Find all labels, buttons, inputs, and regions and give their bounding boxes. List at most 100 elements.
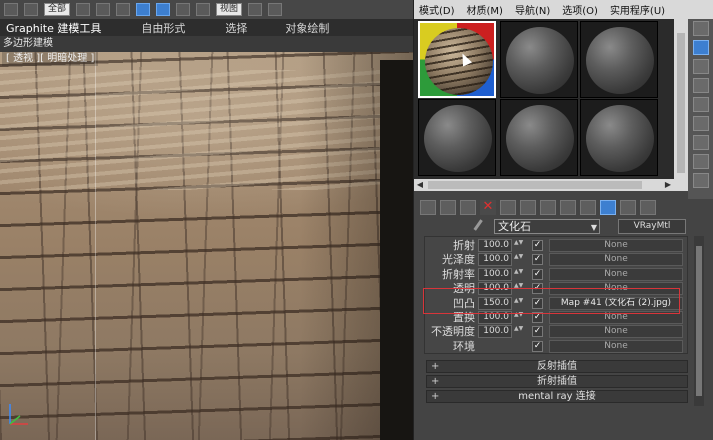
select-move-icon[interactable] (156, 3, 171, 16)
material-name-value: 文化石 (498, 220, 531, 233)
map-slot-button[interactable]: None (549, 325, 683, 339)
material-editor: 模式(D) 材质(M) 导航(N) 选项(O) 实用程序(U) ◀ ▶ ✕ 文化… (413, 0, 713, 440)
spinner-arrows-icon[interactable]: ▲▼ (514, 326, 523, 337)
menu-mode[interactable]: 模式(D) (419, 2, 455, 17)
tab-object-paint[interactable]: 对象绘制 (285, 20, 329, 36)
scrollbar-thumb[interactable] (677, 33, 685, 173)
scrollbar-thumb[interactable] (696, 246, 702, 396)
background-icon[interactable] (693, 59, 709, 74)
select-by-material-icon[interactable] (693, 154, 709, 169)
map-label: 不透明度 (431, 325, 475, 339)
axis-gizmo-icon (9, 404, 28, 425)
ribbon-tabs: Graphite 建模工具 自由形式 选择 对象绘制 (0, 19, 420, 36)
map-enable-checkbox[interactable]: ✓ (532, 326, 543, 338)
select-manipulate-icon[interactable] (268, 3, 283, 16)
map-label: 折射率 (442, 267, 475, 281)
put-to-library-icon[interactable] (540, 199, 556, 215)
viewport-label[interactable]: [ 透视 ][ 明暗处理 ] (2, 52, 99, 66)
menu-material[interactable]: 材质(M) (467, 2, 503, 17)
eyedropper-icon[interactable] (473, 219, 489, 235)
spinner-arrows-icon[interactable]: ▲▼ (514, 240, 523, 251)
reset-map-icon[interactable]: ✕ (480, 199, 496, 215)
material-preview-sphere (506, 105, 574, 172)
material-preview-sphere (424, 105, 492, 172)
sample-slot-3[interactable] (580, 21, 658, 98)
slots-vertical-scrollbar[interactable] (674, 19, 688, 191)
map-amount-spinner[interactable]: 100.0 (478, 239, 512, 252)
go-forward-to-sibling-icon[interactable] (640, 199, 656, 215)
spinner-arrows-icon[interactable]: ▲▼ (514, 268, 523, 280)
tab-graphite[interactable]: Graphite 建模工具 (6, 20, 101, 36)
rollout-refract-interpolation[interactable]: + 折射插值 (426, 375, 688, 388)
slots-horizontal-scrollbar[interactable]: ◀ ▶ (414, 179, 674, 191)
sample-slot-4[interactable] (418, 99, 496, 176)
select-by-name-icon[interactable] (96, 3, 111, 16)
uv-tiling-icon[interactable] (693, 78, 709, 93)
rollout-reflect-interpolation[interactable]: + 反射插值 (426, 360, 688, 373)
chevron-down-icon[interactable]: ▼ (591, 221, 597, 234)
scroll-left-icon[interactable]: ◀ (414, 179, 426, 191)
select-object-icon[interactable] (76, 3, 91, 16)
map-enable-checkbox[interactable]: ✓ (532, 340, 543, 352)
map-amount-spinner[interactable]: 100.0 (478, 267, 512, 281)
main-toolbar: 全部 视图 (0, 0, 420, 19)
undo-icon[interactable] (4, 3, 18, 16)
map-enable-checkbox[interactable]: ✓ (532, 240, 543, 251)
viewport-guide-line (95, 52, 96, 440)
tab-freeform[interactable]: 自由形式 (141, 20, 185, 36)
get-material-icon[interactable] (420, 199, 436, 215)
material-name-field[interactable]: 文化石 ▼ (494, 219, 600, 234)
rollout-mental-ray-connection[interactable]: + mental ray 连接 (426, 390, 688, 403)
map-slot-button[interactable]: None (549, 253, 683, 267)
rectangular-selection-icon[interactable] (116, 3, 131, 16)
assign-to-selection-icon[interactable] (460, 199, 476, 215)
options-icon[interactable] (693, 135, 709, 150)
menu-utilities[interactable]: 实用程序(U) (610, 2, 665, 17)
select-scale-icon[interactable] (196, 3, 211, 16)
scroll-right-icon[interactable]: ▶ (662, 179, 674, 191)
map-enable-checkbox[interactable]: ✓ (532, 254, 543, 266)
rollout-title: 折射插值 (537, 376, 577, 387)
backlight-icon[interactable] (693, 40, 709, 55)
sample-type-icon[interactable] (693, 21, 709, 36)
make-unique-icon[interactable] (520, 199, 536, 215)
map-slot-button[interactable]: None (549, 239, 683, 252)
map-slot-button[interactable]: None (549, 267, 683, 281)
make-preview-icon[interactable] (693, 116, 709, 131)
parameters-scrollbar[interactable] (694, 236, 704, 406)
pivot-icon[interactable] (248, 3, 263, 16)
rollout-title: 反射插值 (537, 361, 577, 372)
show-end-result-icon[interactable] (600, 199, 616, 215)
map-label: 环境 (453, 339, 475, 353)
scrollbar-thumb[interactable] (428, 181, 642, 189)
sample-slots (414, 19, 674, 179)
menu-options[interactable]: 选项(O) (562, 2, 598, 17)
menu-navigation[interactable]: 导航(N) (515, 2, 550, 17)
map-row: 折射 100.0 ▲▼ ✓ None (425, 239, 689, 253)
video-color-check-icon[interactable] (693, 97, 709, 112)
material-navigator-icon[interactable] (693, 173, 709, 188)
make-copy-icon[interactable] (500, 199, 516, 215)
window-crossing-icon[interactable] (136, 3, 151, 16)
map-amount-spinner[interactable]: 100.0 (478, 253, 512, 267)
select-rotate-icon[interactable] (176, 3, 191, 16)
material-type-button[interactable]: VRayMtl (618, 219, 686, 234)
expand-icon: + (431, 376, 440, 387)
spinner-arrows-icon[interactable]: ▲▼ (514, 254, 523, 265)
selection-filter-dropdown[interactable]: 全部 (44, 3, 71, 16)
go-to-parent-icon[interactable] (620, 199, 636, 215)
ribbon-panel-title[interactable]: 多边形建模 (0, 36, 420, 52)
sample-slot-1[interactable] (418, 21, 496, 98)
show-shaded-material-icon[interactable] (580, 199, 596, 215)
material-id-channel-icon[interactable] (560, 199, 576, 215)
sample-slot-6[interactable] (580, 99, 658, 176)
reference-coordinate-dropdown[interactable]: 视图 (216, 3, 243, 16)
map-slot-button[interactable]: None (549, 339, 683, 353)
put-to-scene-icon[interactable] (440, 199, 456, 215)
tab-selection[interactable]: 选择 (225, 20, 247, 36)
sample-slot-5[interactable] (500, 99, 578, 176)
map-enable-checkbox[interactable]: ✓ (532, 268, 543, 280)
link-icon[interactable] (24, 3, 38, 16)
map-amount-spinner[interactable]: 100.0 (478, 325, 512, 339)
sample-slot-2[interactable] (500, 21, 578, 98)
